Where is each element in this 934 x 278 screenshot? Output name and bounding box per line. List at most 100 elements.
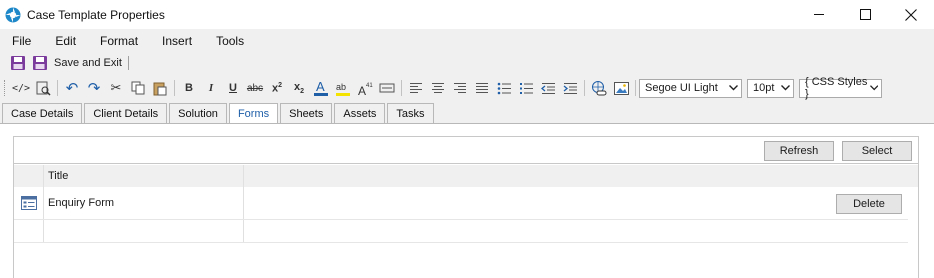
close-icon [905, 8, 917, 21]
font-color-button[interactable]: A [310, 78, 332, 98]
align-center-icon [432, 83, 444, 93]
preview-icon [36, 81, 51, 96]
source-code-button[interactable]: </> [10, 78, 32, 98]
app-logo-icon [5, 7, 21, 22]
insert-link-button[interactable] [588, 78, 610, 98]
menu-file[interactable]: File [12, 34, 31, 48]
preview-button[interactable] [32, 78, 54, 98]
menu-bar: File Edit Format Insert Tools [0, 30, 934, 52]
svg-text:A: A [316, 80, 325, 94]
subscript-button[interactable]: x2 [288, 78, 310, 98]
window-controls [796, 0, 934, 29]
font-size-adjust-icon: A 41 [358, 83, 373, 97]
copy-button[interactable] [127, 78, 149, 98]
horizontal-rule-button[interactable] [376, 78, 398, 98]
tab-forms[interactable]: Forms [228, 103, 279, 124]
tab-tasks[interactable]: Tasks [387, 103, 434, 123]
menu-tools[interactable]: Tools [216, 34, 244, 48]
italic-icon: I [208, 82, 214, 94]
toolbar-grip[interactable] [4, 80, 7, 96]
select-button[interactable]: Select [842, 141, 912, 161]
bullet-list-icon [497, 82, 511, 94]
redo-icon: ↷ [87, 80, 101, 97]
toolbar-separator [635, 80, 636, 96]
underline-button[interactable]: U [222, 78, 244, 98]
refresh-button[interactable]: Refresh [764, 141, 834, 161]
forms-toolbar: Refresh Select [14, 137, 918, 164]
highlight-button[interactable]: ab [332, 78, 354, 98]
title-bar: Case Template Properties [0, 0, 934, 29]
bold-button[interactable]: B [178, 78, 200, 98]
align-left-icon [410, 83, 422, 93]
save-and-exit-icon[interactable] [32, 55, 48, 71]
align-center-button[interactable] [427, 78, 449, 98]
save-icon[interactable] [10, 55, 26, 71]
align-left-button[interactable] [405, 78, 427, 98]
cut-icon: ✂ [110, 80, 122, 95]
indent-button[interactable] [559, 78, 581, 98]
tab-solution[interactable]: Solution [169, 103, 227, 123]
bold-icon: B [185, 82, 193, 94]
superscript-icon: x2 [271, 81, 283, 95]
form-icon [21, 196, 37, 210]
align-right-button[interactable] [449, 78, 471, 98]
column-header-title[interactable]: Title [48, 170, 68, 182]
svg-text:41: 41 [366, 83, 373, 89]
paste-button[interactable] [149, 78, 171, 98]
underline-icon: U [229, 82, 237, 94]
tab-content: Refresh Select Title Enquiry Form Delete [0, 123, 934, 278]
font-name-select[interactable]: Segoe UI Light [639, 78, 742, 98]
outdent-icon [540, 82, 555, 94]
tab-client-details[interactable]: Client Details [84, 103, 168, 123]
tab-assets[interactable]: Assets [334, 103, 386, 123]
css-styles-select[interactable]: { CSS Styles } [799, 76, 882, 100]
minimize-button[interactable] [796, 0, 842, 29]
strikethrough-button[interactable]: abc [244, 78, 266, 98]
horizontal-rule-icon [379, 83, 395, 93]
grid-header: Title [14, 165, 918, 187]
delete-button[interactable]: Delete [836, 194, 902, 214]
link-icon [592, 80, 607, 95]
maximize-button[interactable] [842, 0, 888, 29]
superscript-button[interactable]: x2 [266, 78, 288, 98]
menu-insert[interactable]: Insert [162, 34, 192, 48]
outdent-button[interactable] [537, 78, 559, 98]
code-icon: </> [11, 82, 31, 94]
subscript-icon: x2 [293, 80, 305, 96]
cut-button[interactable]: ✂ [105, 78, 127, 98]
format-toolbar: </> ↶ ↷ ✂ B I U abc x2 x2 A ab A 41 Sego… [0, 76, 934, 100]
insert-image-button[interactable] [610, 78, 632, 98]
image-icon [613, 81, 629, 95]
toolbar-separator [127, 56, 129, 70]
font-size-select[interactable]: 10pt [747, 78, 794, 98]
tab-sheets[interactable]: Sheets [280, 103, 333, 123]
highlight-icon: ab [336, 82, 350, 96]
strikethrough-icon: abc [246, 82, 264, 94]
justify-button[interactable] [471, 78, 493, 98]
align-right-icon [454, 83, 466, 93]
font-size-adjust-button[interactable]: A 41 [354, 78, 376, 98]
tab-case-details[interactable]: Case Details [2, 103, 83, 123]
numbered-list-button[interactable] [515, 78, 537, 98]
indent-icon [563, 82, 577, 94]
form-title: Enquiry Form [48, 197, 115, 209]
toolbar-separator [57, 80, 58, 96]
font-name-value: Segoe UI Light [645, 82, 718, 94]
chevron-down-icon [869, 85, 878, 91]
menu-format[interactable]: Format [100, 34, 138, 48]
chevron-down-icon [729, 85, 738, 91]
redo-button[interactable]: ↷ [83, 78, 105, 98]
font-color-icon: A [314, 80, 328, 96]
italic-button[interactable]: I [200, 78, 222, 98]
bullet-list-button[interactable] [493, 78, 515, 98]
paste-icon [153, 82, 167, 95]
save-and-exit-button[interactable]: Save and Exit [54, 57, 122, 69]
close-button[interactable] [888, 0, 934, 29]
menu-edit[interactable]: Edit [55, 34, 76, 48]
table-row[interactable]: Enquiry Form Delete [14, 187, 908, 220]
font-size-value: 10pt [753, 82, 775, 94]
justify-icon [476, 83, 488, 93]
minimize-icon [813, 14, 824, 15]
undo-button[interactable]: ↶ [61, 78, 83, 98]
copy-icon [131, 81, 145, 95]
